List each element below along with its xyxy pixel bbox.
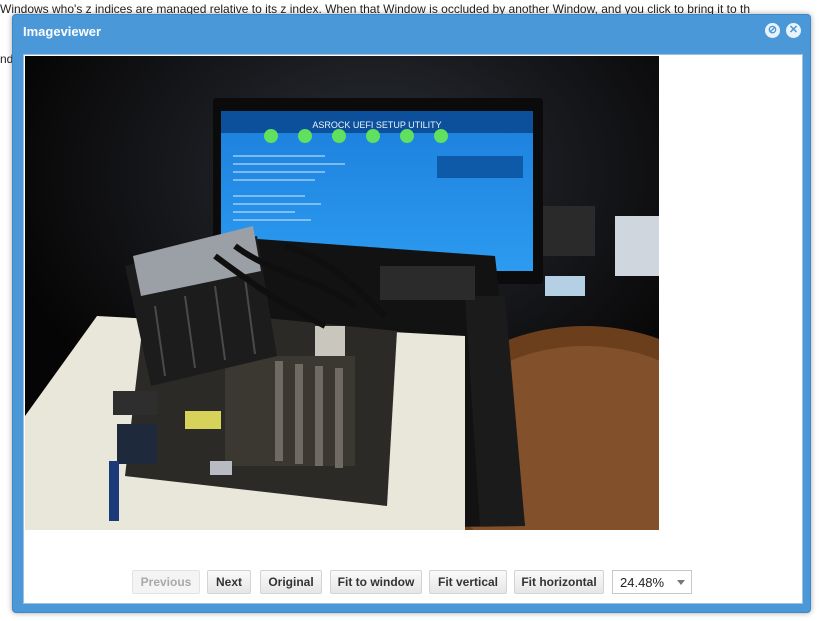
window-titlebar[interactable]: Imageviewer ⊘ ✕ <box>13 15 810 49</box>
zoom-value: 24.48% <box>620 575 665 590</box>
fit-vertical-button[interactable]: Fit vertical <box>429 570 507 594</box>
restore-icon[interactable]: ⊘ <box>765 23 780 38</box>
fit-horizontal-button[interactable]: Fit horizontal <box>514 570 604 594</box>
close-icon[interactable]: ✕ <box>786 23 801 38</box>
photo: ASROCK UEFI SETUP UTILITY <box>25 56 659 530</box>
window-title: Imageviewer <box>23 24 102 39</box>
photo-illustration: ASROCK UEFI SETUP UTILITY <box>25 56 659 530</box>
previous-button[interactable]: Previous <box>132 570 200 594</box>
monitor-title: ASROCK UEFI SETUP UTILITY <box>312 120 441 130</box>
zoom-select[interactable]: 24.48% <box>612 570 692 594</box>
image-viewport: ASROCK UEFI SETUP UTILITY Previous Next … <box>23 54 803 604</box>
fit-to-window-button[interactable]: Fit to window <box>330 570 422 594</box>
imageviewer-window: Imageviewer ⊘ ✕ ASROCK UEFI SETUP UTILIT… <box>12 14 811 613</box>
original-button[interactable]: Original <box>260 570 322 594</box>
chevron-down-icon[interactable] <box>677 580 685 585</box>
next-button[interactable]: Next <box>207 570 251 594</box>
